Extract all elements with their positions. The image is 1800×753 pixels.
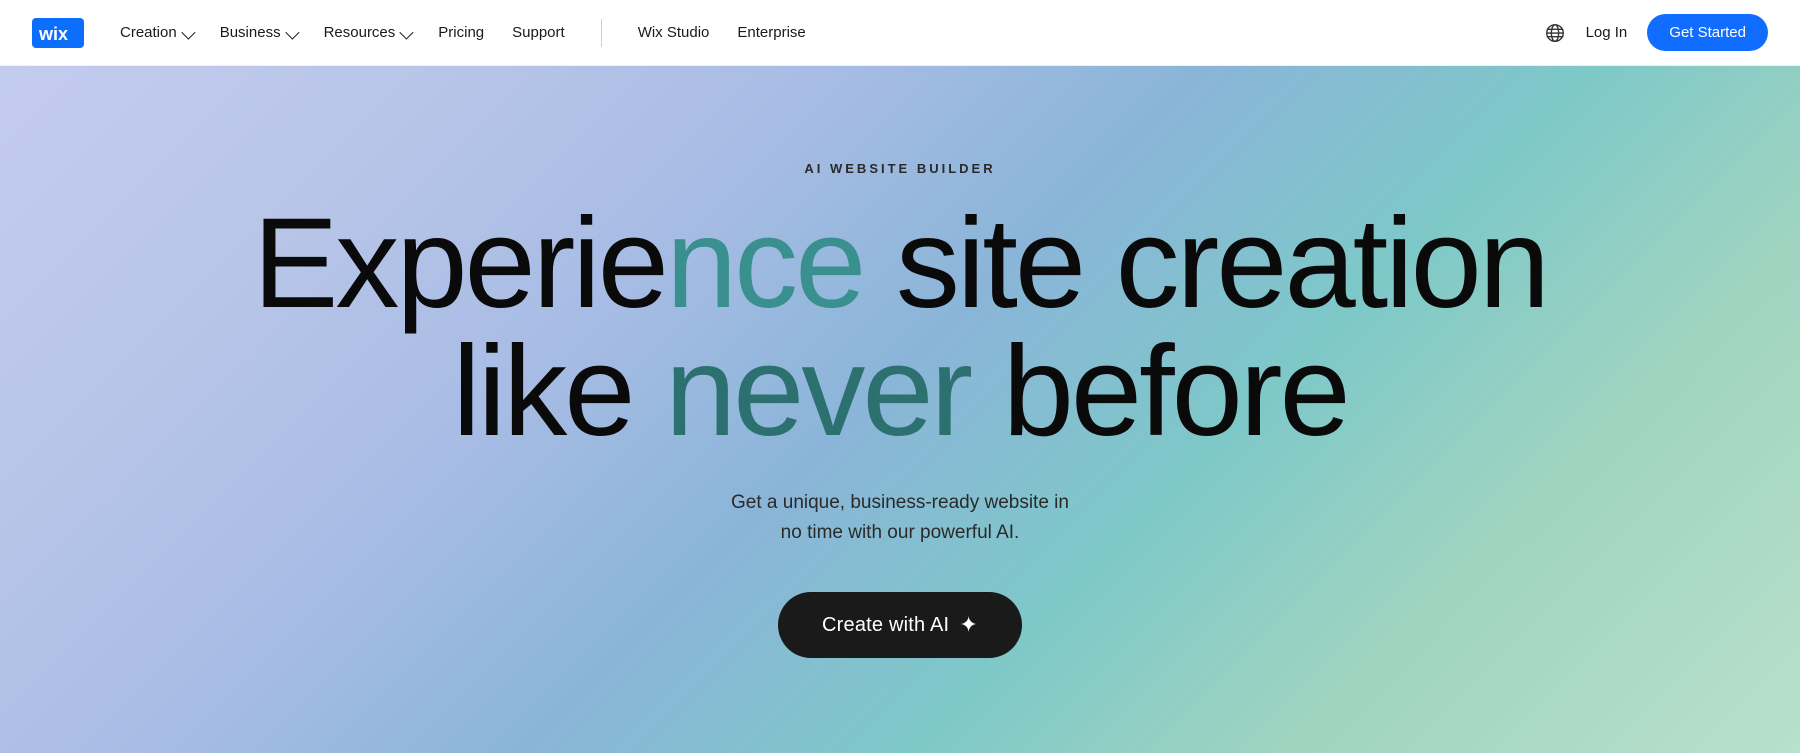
login-link[interactable]: Log In: [1586, 24, 1628, 41]
nav-item-creation[interactable]: Creation: [120, 24, 192, 41]
nav-divider: [601, 19, 602, 47]
chevron-down-icon: [400, 25, 414, 39]
svg-text:wix: wix: [38, 24, 68, 44]
hero-headline-teal-1: nce: [666, 192, 863, 335]
get-started-button[interactable]: Get Started: [1647, 14, 1768, 51]
hero-headline-line2: like never before: [253, 328, 1547, 456]
nav-item-support[interactable]: Support: [512, 24, 565, 41]
hero-headline: Experience site creation like never befo…: [213, 200, 1587, 456]
hero-headline-teal-2: never: [665, 320, 970, 463]
create-with-ai-button[interactable]: Create with AI ✦: [778, 592, 1022, 658]
nav-links: Creation Business Resources Pricing Supp…: [120, 19, 1544, 47]
sparkle-icon: ✦: [959, 612, 978, 638]
nav-item-enterprise[interactable]: Enterprise: [737, 24, 805, 41]
hero-headline-line1: Experience site creation: [253, 200, 1547, 328]
nav-item-wix-studio[interactable]: Wix Studio: [638, 24, 710, 41]
globe-icon[interactable]: [1544, 22, 1566, 44]
nav-item-pricing[interactable]: Pricing: [438, 24, 484, 41]
hero-eyebrow: AI WEBSITE BUILDER: [804, 161, 995, 176]
hero-section: AI WEBSITE BUILDER Experience site creat…: [0, 0, 1800, 753]
navbar: wix Creation Business Resources Pricing …: [0, 0, 1800, 66]
nav-item-business[interactable]: Business: [220, 24, 296, 41]
nav-right: Log In Get Started: [1544, 14, 1768, 51]
wix-logo[interactable]: wix: [32, 18, 84, 48]
chevron-down-icon: [285, 25, 299, 39]
chevron-down-icon: [181, 25, 195, 39]
hero-subtext: Get a unique, business-ready website in …: [731, 488, 1069, 549]
nav-item-resources[interactable]: Resources: [324, 24, 411, 41]
